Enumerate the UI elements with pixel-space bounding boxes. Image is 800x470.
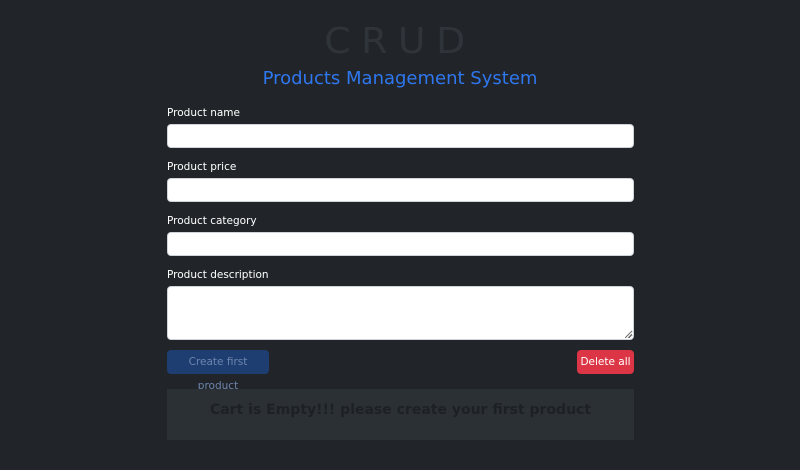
product-category-input[interactable] [167, 232, 634, 256]
product-description-textarea[interactable] [167, 286, 634, 340]
create-product-button[interactable]: Create first product [167, 350, 269, 392]
crud-logo: CRUD [324, 22, 476, 62]
page: CRUD Products Management System Product … [0, 0, 800, 470]
empty-cart-message: Cart is Empty!!! please create your firs… [209, 402, 592, 418]
product-price-input[interactable] [167, 178, 634, 202]
delete-all-button[interactable]: Delete all [577, 350, 634, 374]
product-name-label: Product name [167, 107, 240, 119]
product-price-label: Product price [167, 161, 237, 173]
empty-cart-panel: Cart is Empty!!! please create your firs… [167, 389, 634, 440]
product-description-label: Product description [167, 269, 269, 281]
product-name-input[interactable] [167, 124, 634, 148]
page-title: Products Management System [262, 68, 538, 89]
product-category-label: Product category [167, 215, 257, 227]
